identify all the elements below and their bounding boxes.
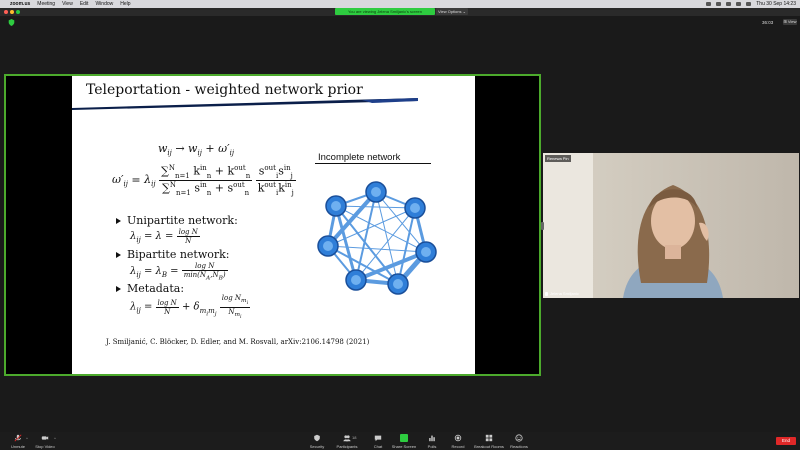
shield-icon[interactable] [8, 19, 15, 26]
share-screen-label: Share Screen [391, 444, 417, 449]
breakout-rooms-button[interactable]: Breakout Rooms [472, 434, 506, 449]
zoom-window: zoom.us Meeting View Edit Window Help Th… [0, 0, 800, 450]
stop-video-button[interactable]: Stop Video [34, 434, 56, 449]
video-camera-icon [41, 436, 49, 440]
participants-count: 18 [352, 435, 357, 440]
people-icon [343, 435, 351, 442]
participant-video[interactable] [543, 153, 799, 298]
equation-omega: ω′ij = λij ∑Nn=1 kinn + koutn ∑Nn=1 sinn … [112, 164, 296, 197]
menu-window[interactable]: Window [95, 0, 113, 8]
security-button[interactable]: Security [306, 434, 328, 449]
menu-zoom-us[interactable]: zoom.us [10, 0, 30, 8]
chat-label: Chat [373, 444, 383, 449]
microphone-muted-icon [14, 434, 22, 442]
battery-icon[interactable] [726, 2, 732, 6]
mic-icon [545, 291, 548, 296]
record-label: Record [451, 444, 465, 449]
bullet-unipartite: Unipartite network: [116, 214, 238, 227]
participant-name-label: Jelena Smiljanic [545, 291, 579, 296]
view-options-button[interactable]: View Options ⌄ [436, 8, 468, 15]
bullet-marker-icon [116, 252, 121, 258]
close-window-icon[interactable] [4, 10, 8, 14]
search-icon[interactable] [746, 2, 752, 6]
menu-meeting[interactable]: Meeting [37, 0, 55, 8]
reactions-button[interactable]: Reactions [508, 434, 530, 449]
meeting-timer: 36:03 [762, 20, 774, 25]
network-diagram [317, 181, 437, 295]
bullet-marker-icon [116, 218, 121, 224]
bullet-bipartite: Bipartite network: [116, 248, 230, 261]
grid-icon [485, 434, 493, 442]
participant-avatar [623, 185, 723, 298]
screen-share-banner: You are viewing Jelena Smiljanic's scree… [335, 8, 435, 15]
view-button[interactable]: ⊞ View [783, 19, 797, 25]
network-title-underline [315, 163, 431, 164]
chevron-up-icon[interactable]: ^ [54, 436, 56, 441]
shield-icon [314, 434, 320, 442]
smiley-icon [515, 434, 523, 442]
network-title: Incomplete network [318, 152, 401, 163]
bar-chart-icon [429, 435, 435, 442]
record-button[interactable]: Record [448, 434, 468, 449]
wifi-icon[interactable] [736, 2, 742, 6]
security-label: Security [309, 444, 325, 449]
equation-weight-update: wij → wij + ω′ij [158, 142, 235, 158]
participant-name: Jelena Smiljanic [550, 291, 579, 296]
title-swoosh [72, 98, 418, 110]
menu-view[interactable]: View [62, 0, 73, 8]
video-background-door [543, 153, 593, 298]
unmute-label: Unmute [10, 444, 25, 449]
resize-handle[interactable] [541, 222, 544, 230]
breakout-rooms-label: Breakout Rooms [474, 444, 504, 449]
status-icon[interactable] [706, 2, 712, 6]
minimize-window-icon[interactable] [10, 10, 14, 14]
stop-video-label: Stop Video [35, 444, 55, 449]
formula-metadata: λij = log NN + δmimj log Nmi Nmi [130, 294, 251, 321]
meeting-toolbar: Unmute ^ Stop Video ^ Security Participa… [0, 432, 800, 450]
status-icon[interactable] [716, 2, 722, 6]
formula-bipartite: λij = λB = log Nmin(NA,NB) [130, 262, 228, 282]
unmute-button[interactable]: Unmute [8, 434, 28, 449]
bullet-label: Unipartite network: [127, 214, 238, 227]
bullet-marker-icon [116, 286, 121, 292]
chevron-up-icon[interactable]: ^ [26, 436, 28, 441]
chat-bubble-icon [374, 435, 382, 442]
formula-unipartite: λij = λ = log NN [130, 228, 200, 245]
menubar-clock[interactable]: Thu 30 Sep 14:23 [756, 0, 796, 8]
fullscreen-window-icon[interactable] [16, 10, 20, 14]
presentation-slide: Teleportation - weighted network prior w… [72, 76, 475, 374]
shared-screen: Teleportation - weighted network prior w… [4, 74, 541, 376]
menubar-status-area: Thu 30 Sep 14:23 [706, 0, 796, 8]
participant-name-top: Renewa Pin [545, 155, 571, 162]
record-icon [454, 434, 462, 442]
chat-button[interactable]: Chat [368, 434, 388, 449]
share-screen-button[interactable]: Share Screen [390, 434, 418, 449]
macos-menu-bar: zoom.us Meeting View Edit Window Help Th… [0, 0, 800, 8]
polls-button[interactable]: Polls [422, 434, 442, 449]
menu-edit[interactable]: Edit [80, 0, 89, 8]
polls-label: Polls [427, 444, 437, 449]
menu-help[interactable]: Help [120, 0, 130, 8]
reactions-label: Reactions [510, 444, 528, 449]
slide-citation: J. Smiljanić, C. Blöcker, D. Edler, and … [106, 338, 370, 346]
share-screen-icon [400, 434, 408, 442]
end-meeting-button[interactable]: End [776, 437, 796, 445]
bullet-label: Bipartite network: [127, 248, 230, 261]
participants-label: Participants [336, 444, 358, 449]
